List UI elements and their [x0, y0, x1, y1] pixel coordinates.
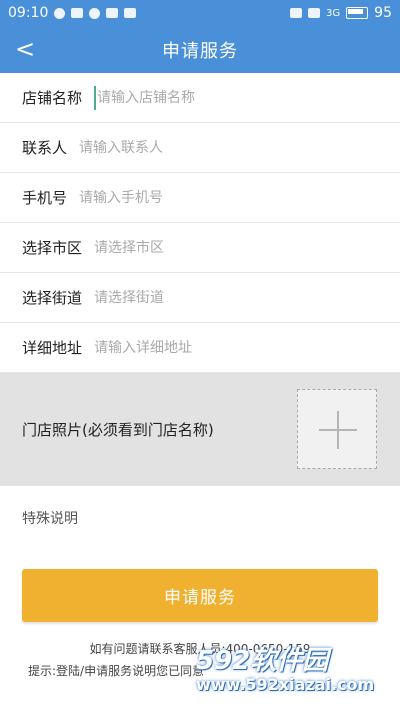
contact-label: 联系人	[22, 139, 68, 157]
nav-bar: < 申请服务	[0, 26, 400, 73]
store-photo-section: 门店照片(必须看到门店名称)	[0, 373, 400, 486]
message-icon	[54, 7, 66, 19]
wifi-icon	[308, 8, 321, 18]
service-form: 店铺名称 联系人 手机号 选择市区 选择街道 详细地址	[0, 73, 400, 373]
check-icon	[89, 7, 101, 19]
app-notification-icon	[106, 8, 119, 18]
page-title: 申请服务	[162, 40, 238, 62]
plus-icon-vertical	[337, 411, 339, 449]
mail-icon	[124, 8, 137, 18]
street-select[interactable]	[94, 285, 400, 310]
phone-row: 手机号	[0, 173, 400, 223]
contact-input[interactable]	[79, 135, 400, 160]
special-note-label[interactable]: 特殊说明	[22, 508, 78, 528]
district-row[interactable]: 选择市区	[0, 223, 400, 273]
address-input[interactable]	[94, 335, 400, 360]
district-select[interactable]	[94, 235, 400, 260]
back-icon[interactable]: <	[12, 34, 38, 64]
phone-input[interactable]	[79, 185, 400, 210]
store-photo-label: 门店照片(必须看到门店名称)	[22, 421, 214, 439]
street-label: 选择街道	[22, 289, 83, 307]
submit-service-button[interactable]: 申请服务	[22, 569, 378, 622]
district-label: 选择市区	[22, 239, 83, 257]
support-contact-note: 如有问题请联系客服人员:400-0650-159	[89, 642, 311, 656]
battery-icon	[346, 7, 369, 19]
status-time: 09:10	[8, 5, 49, 21]
phone-label: 手机号	[22, 189, 68, 207]
address-label: 详细地址	[22, 339, 83, 357]
status-bar-right: 3G 95	[290, 5, 392, 21]
wallet-icon	[71, 8, 84, 18]
street-row[interactable]: 选择街道	[0, 273, 400, 323]
address-row: 详细地址	[0, 323, 400, 373]
mute-icon	[290, 8, 303, 18]
store-name-row: 店铺名称	[0, 73, 400, 123]
battery-level: 95	[374, 5, 392, 21]
store-name-label: 店铺名称	[22, 89, 83, 107]
terms-note: 提示:登陆/申请服务说明您已同意	[28, 664, 205, 678]
status-bar: 09:10 3G 95	[0, 0, 400, 26]
store-name-input[interactable]	[94, 85, 400, 110]
status-bar-left: 09:10	[8, 5, 137, 21]
contact-row: 联系人	[0, 123, 400, 173]
signal-label: 3G	[326, 7, 341, 19]
add-photo-button[interactable]	[297, 389, 377, 469]
